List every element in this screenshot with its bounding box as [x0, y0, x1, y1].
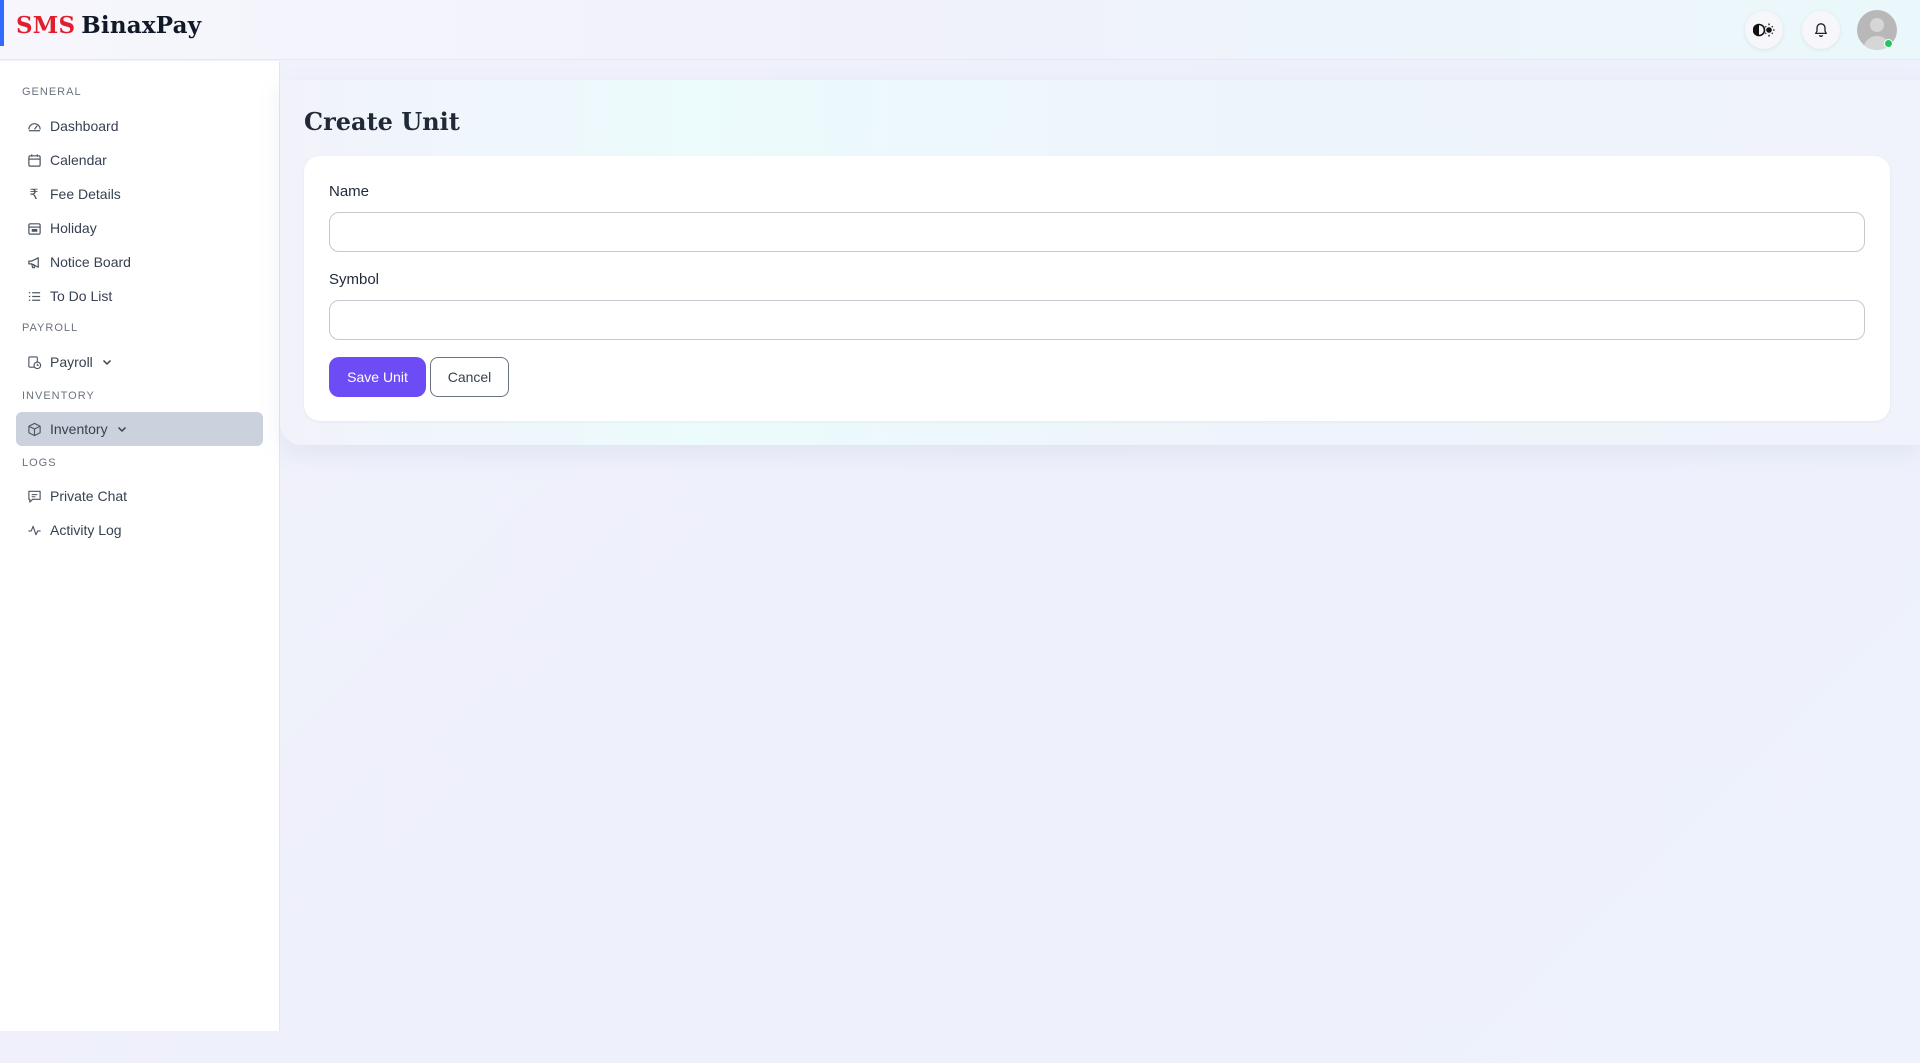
brand-name: BinaxPay: [81, 12, 202, 39]
section-inventory: INVENTORY: [22, 390, 95, 402]
chevron-down-icon: [116, 423, 128, 435]
sidebar: GENERAL Dashboard Calendar ₹ Fee Details…: [0, 61, 280, 1031]
speedometer-icon: [26, 118, 42, 134]
brand-sms: SMS: [16, 12, 76, 39]
sidebar-item-payroll[interactable]: Payroll: [16, 345, 263, 379]
chevron-down-icon: [101, 356, 113, 368]
sidebar-item-dashboard[interactable]: Dashboard: [16, 109, 263, 143]
list-icon: [26, 288, 42, 304]
form-card: [304, 156, 1890, 421]
sidebar-item-fee-details[interactable]: ₹ Fee Details: [16, 177, 263, 211]
sidebar-item-label: Private Chat: [50, 488, 128, 504]
megaphone-icon: [26, 254, 42, 270]
sidebar-item-label: Inventory: [50, 421, 108, 437]
sidebar-item-private-chat[interactable]: Private Chat: [16, 479, 263, 513]
sidebar-item-notice-board[interactable]: Notice Board: [16, 245, 263, 279]
symbol-input[interactable]: [329, 300, 1865, 340]
section-general: GENERAL: [22, 86, 82, 98]
sidebar-item-label: Notice Board: [50, 254, 131, 270]
online-status-dot: [1884, 39, 1893, 48]
sidebar-item-label: Activity Log: [50, 522, 122, 538]
sidebar-item-holiday[interactable]: Holiday: [16, 211, 263, 245]
bell-icon: [1815, 23, 1827, 37]
sidebar-item-label: Payroll: [50, 354, 93, 370]
sidebar-item-label: Holiday: [50, 220, 97, 236]
top-header: SMS BinaxPay: [0, 0, 1920, 60]
theme-toggle-button[interactable]: [1745, 11, 1783, 49]
payroll-clock-icon: [26, 354, 42, 370]
name-input[interactable]: [329, 212, 1865, 252]
activity-pulse-icon: [26, 522, 42, 538]
calendar-icon: [26, 152, 42, 168]
sidebar-item-calendar[interactable]: Calendar: [16, 143, 263, 177]
theme-toggle-icon: [1753, 23, 1775, 37]
page-title: Create Unit: [304, 107, 460, 136]
brand-logo[interactable]: SMS BinaxPay: [16, 12, 201, 39]
sidebar-item-activity-log[interactable]: Activity Log: [16, 513, 263, 547]
save-unit-button[interactable]: Save Unit: [329, 357, 426, 397]
box-icon: [26, 421, 42, 437]
section-logs: LOGS: [22, 457, 57, 469]
sidebar-item-inventory[interactable]: Inventory: [16, 412, 263, 446]
symbol-label: Symbol: [329, 271, 380, 288]
notifications-button[interactable]: [1802, 11, 1840, 49]
sidebar-item-label: Fee Details: [50, 186, 121, 202]
sidebar-item-label: Dashboard: [50, 118, 119, 134]
header-accent-bar: [0, 0, 4, 46]
sidebar-item-todo[interactable]: To Do List: [16, 279, 263, 313]
sidebar-item-label: To Do List: [50, 288, 113, 304]
sidebar-item-label: Calendar: [50, 152, 107, 168]
rupee-icon: ₹: [29, 185, 39, 202]
calendar-event-icon: [26, 220, 42, 236]
section-payroll: PAYROLL: [22, 322, 79, 334]
name-label: Name: [329, 183, 370, 200]
cancel-button[interactable]: Cancel: [430, 357, 509, 397]
chat-icon: [26, 488, 42, 504]
